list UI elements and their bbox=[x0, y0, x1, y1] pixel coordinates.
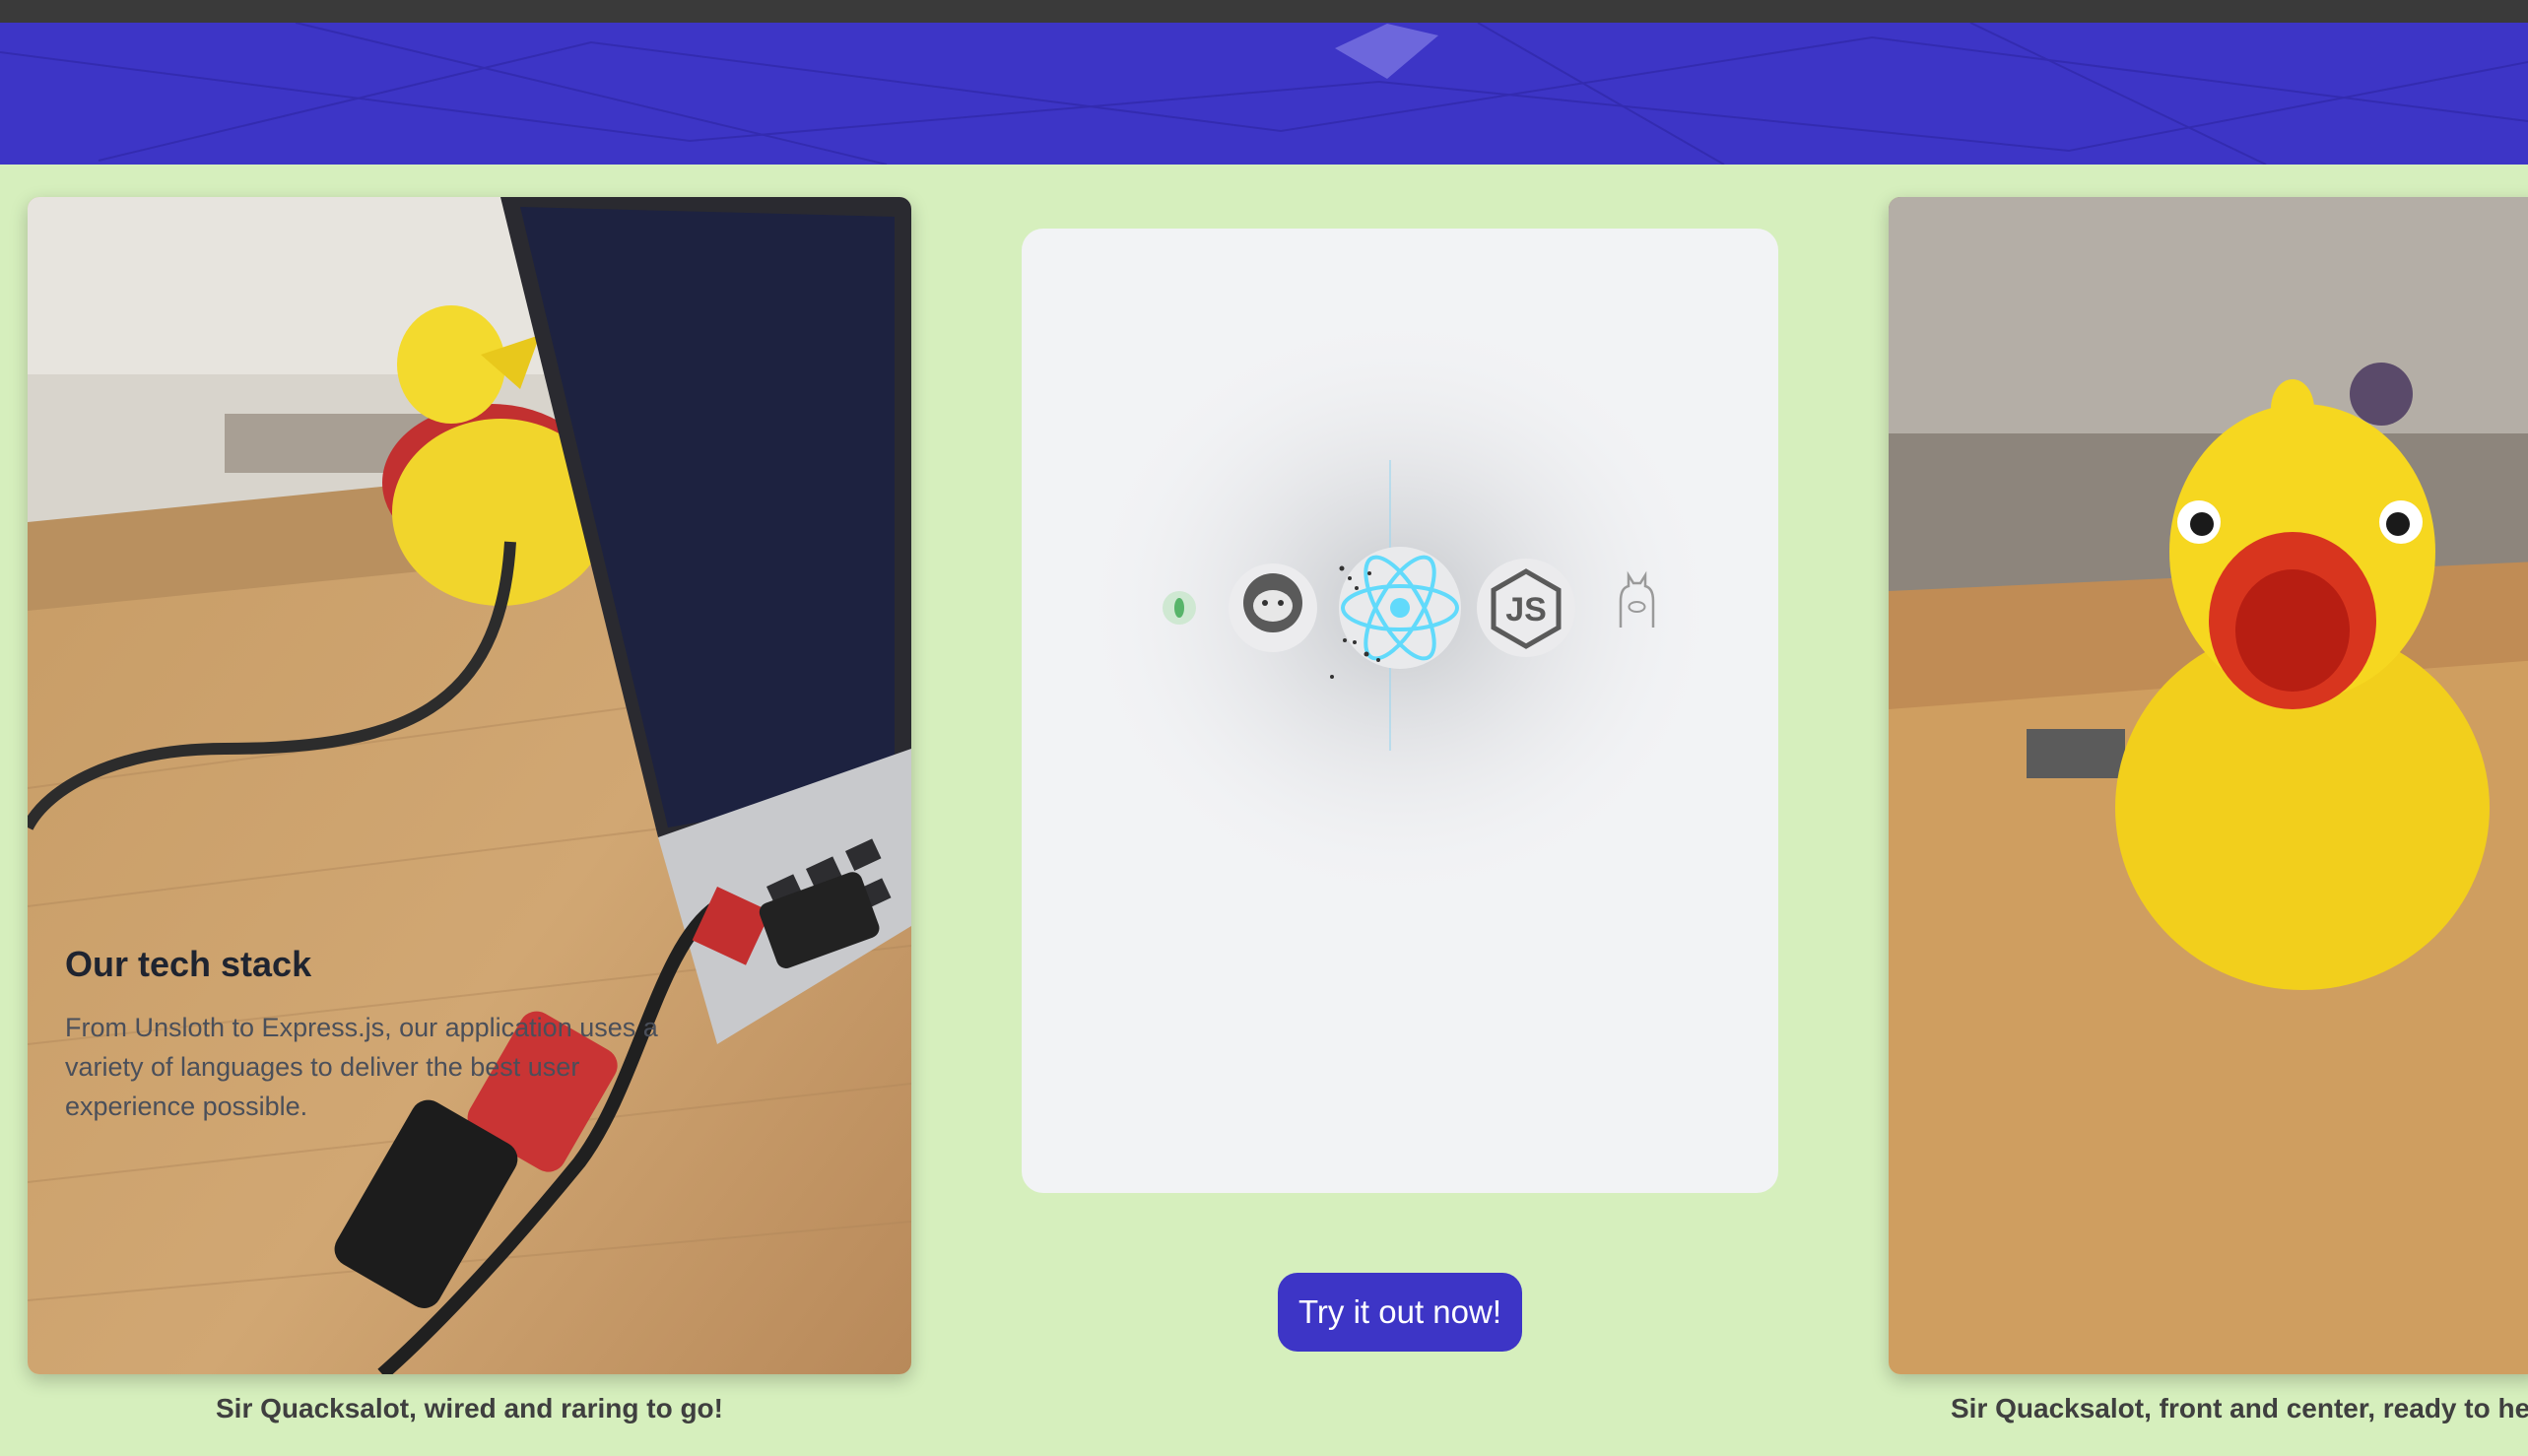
photo-duck-front bbox=[1889, 197, 2528, 1374]
card-description: From Unsloth to Express.js, our applicat… bbox=[65, 1013, 658, 1121]
photo-caption-right: Sir Quacksalot, front and center, ready … bbox=[1951, 1393, 2528, 1423]
photo-duck-laptop bbox=[28, 197, 911, 1374]
leaf-icon bbox=[1163, 591, 1196, 625]
sloth-icon bbox=[1229, 563, 1317, 652]
svg-text:JS: JS bbox=[1505, 591, 1547, 629]
header-banner bbox=[0, 23, 2528, 165]
banner-diamond bbox=[1335, 24, 1438, 79]
photo-caption-left: Sir Quacksalot, wired and raring to go! bbox=[216, 1393, 723, 1423]
tech-stack-visual: JS bbox=[1075, 307, 1725, 908]
card-title: Our tech stack bbox=[65, 944, 312, 984]
tech-stack-card: JS Our tech stack From Unsloth to Expres… bbox=[65, 229, 1778, 1193]
try-it-out-button[interactable]: Try it out now! bbox=[1278, 1273, 1522, 1352]
nodejs-icon: JS bbox=[1477, 559, 1575, 657]
banner-pattern bbox=[0, 23, 2528, 165]
top-strip bbox=[0, 0, 2528, 23]
